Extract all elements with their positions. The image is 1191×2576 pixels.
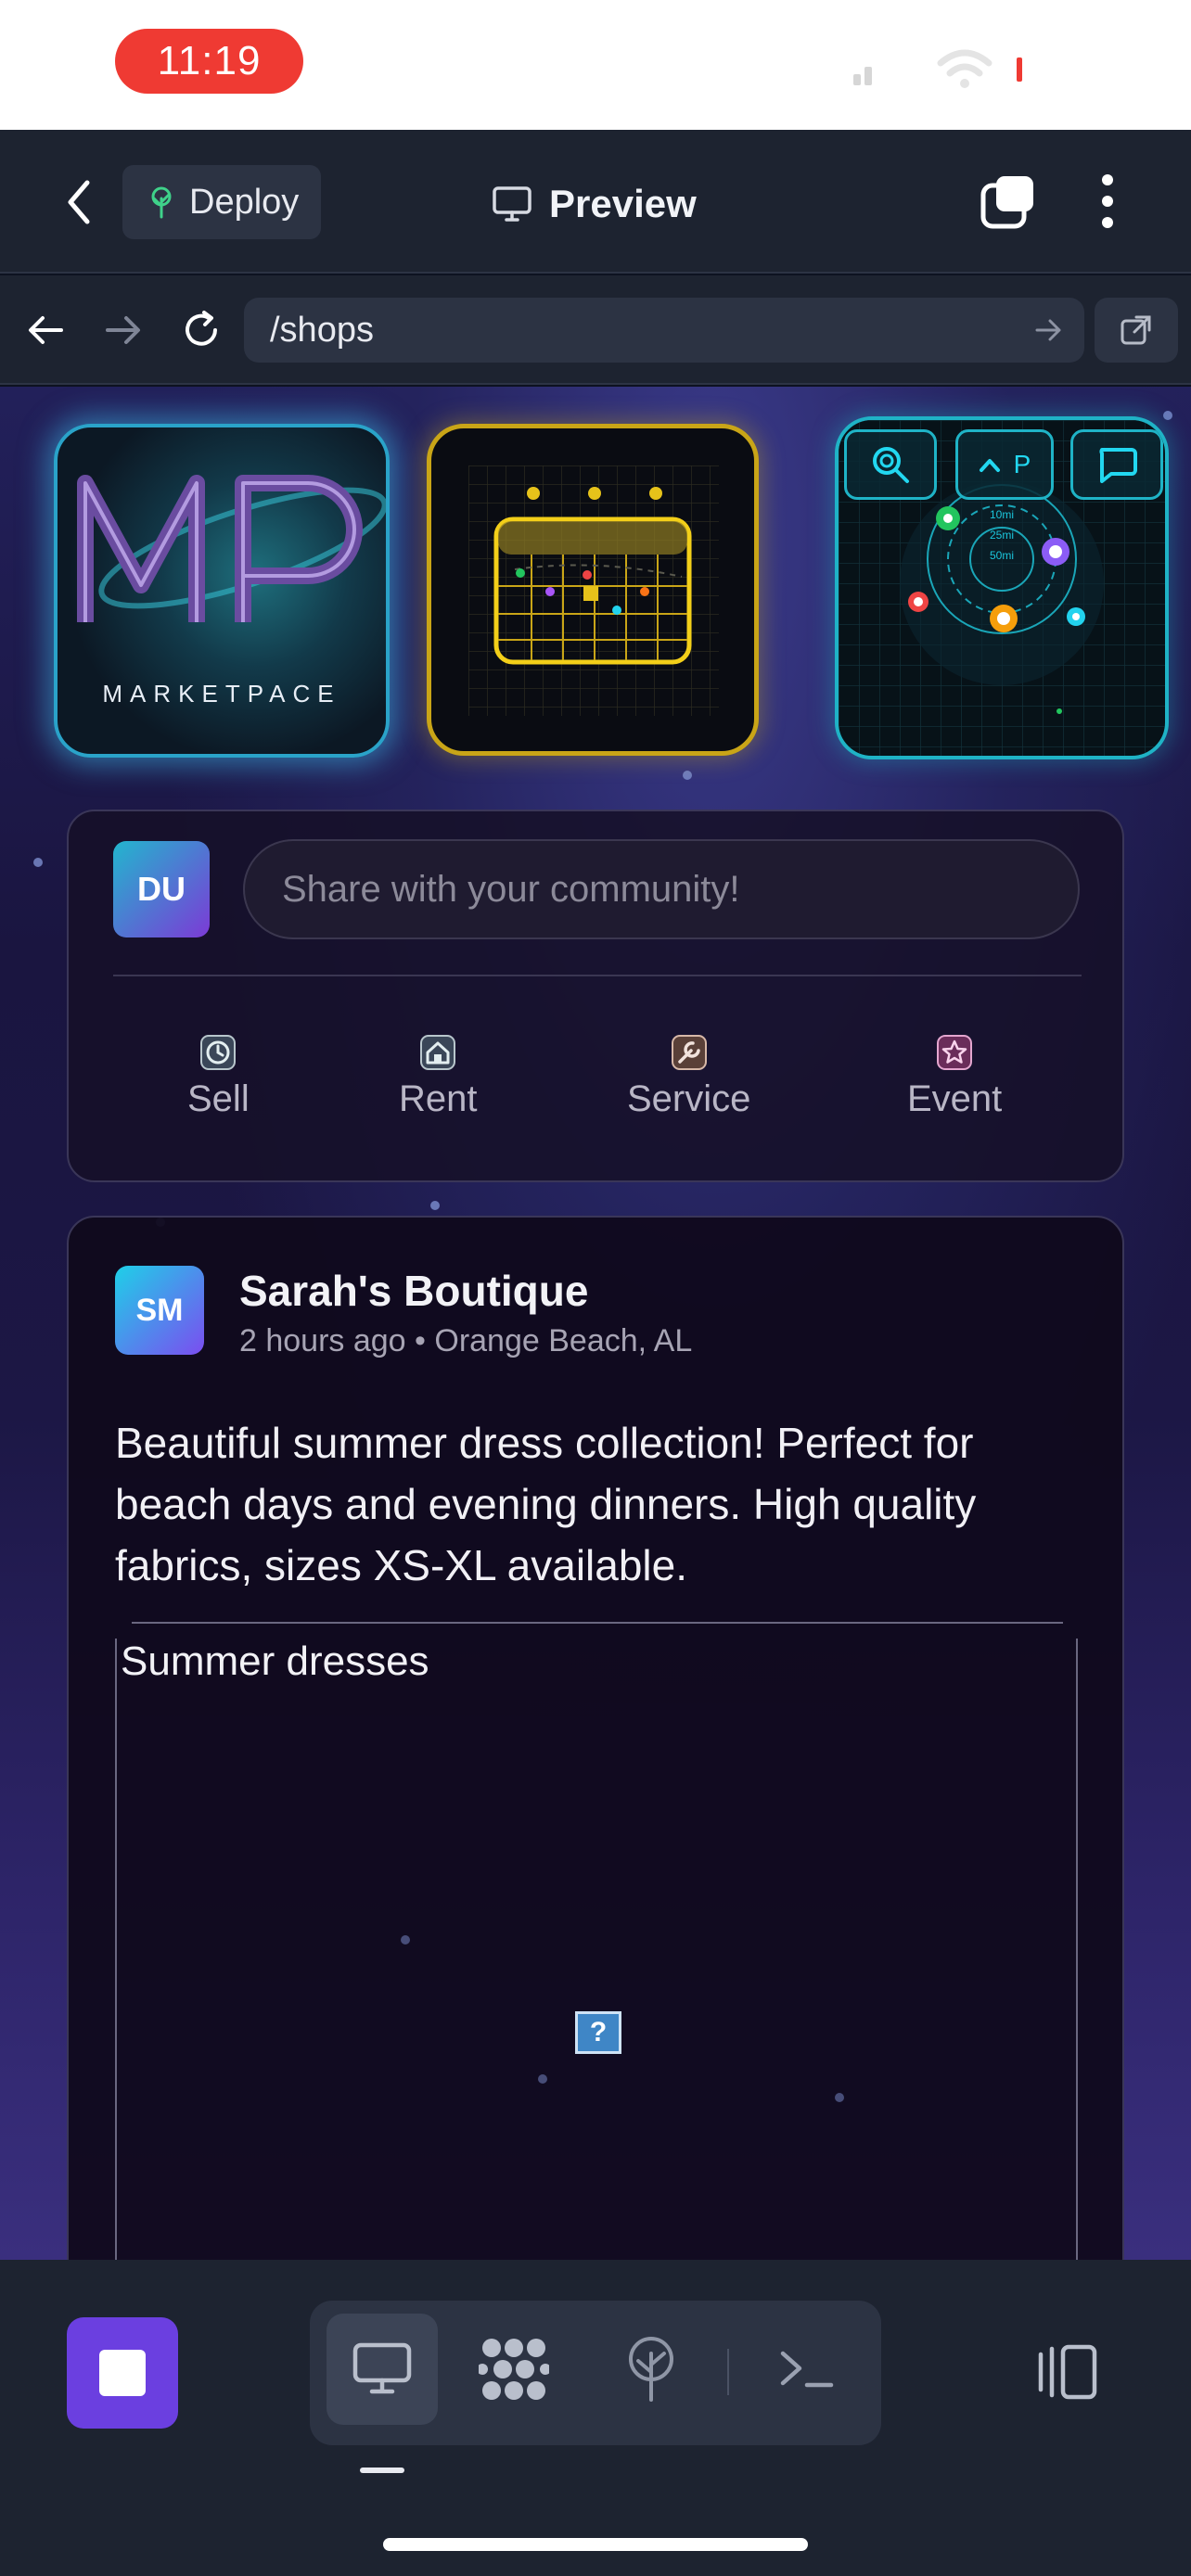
user-avatar[interactable]: DU: [113, 841, 210, 937]
go-arrow-icon[interactable]: [1032, 314, 1064, 346]
post-body: Beautiful summer dress collection! Perfe…: [115, 1419, 977, 1589]
radar-search-button[interactable]: [844, 429, 937, 500]
view-switcher: [310, 2301, 881, 2445]
monitor-icon: [493, 186, 531, 222]
post-author[interactable]: Sarah's Boutique: [239, 1266, 588, 1316]
background-sparkle: [1163, 411, 1172, 420]
svg-text:25mi: 25mi: [990, 529, 1014, 542]
background-sparkle: [683, 771, 692, 780]
deploy-tree-icon: [629, 2337, 673, 2402]
composer-divider: [113, 975, 1082, 976]
post-image[interactable]: Summer dresses ?: [115, 1639, 1078, 2260]
tab-console[interactable]: [751, 2314, 863, 2425]
sell-label: Sell: [187, 1078, 250, 1119]
tab-canvas[interactable]: [458, 2314, 570, 2425]
calendar-tile[interactable]: [427, 424, 759, 756]
background-sparkle: [835, 2093, 844, 2102]
editor-top-bar: Deploy Preview: [0, 130, 1191, 274]
service-label: Service: [627, 1078, 751, 1119]
radar-button-label: P: [1013, 450, 1031, 478]
more-options-icon[interactable]: [1089, 171, 1126, 232]
calendar-grid-icon: [468, 465, 719, 716]
radar-chat-button[interactable]: [1070, 429, 1163, 500]
browser-forward-icon[interactable]: [100, 307, 147, 353]
preview-title[interactable]: Preview: [492, 176, 697, 232]
home-icon: [420, 1035, 456, 1070]
sell-button[interactable]: Sell: [187, 1034, 250, 1120]
broken-image-icon: ?: [575, 2011, 621, 2054]
copy-windows-icon[interactable]: [980, 172, 1039, 232]
home-indicator[interactable]: [383, 2538, 808, 2551]
grid-pattern-icon: [479, 2339, 549, 2400]
battery-icon: [1017, 57, 1022, 82]
tab-deploy[interactable]: [596, 2314, 707, 2425]
chat-bubble-icon: [1099, 448, 1137, 483]
event-button[interactable]: Event: [907, 1034, 1002, 1120]
marketplace-mp-logo-icon: [77, 475, 386, 622]
clock-icon: [200, 1035, 237, 1070]
cellular-signal-icon: [853, 67, 872, 85]
svg-text:50mi: 50mi: [990, 549, 1014, 562]
background-sparkle: [430, 1201, 440, 1210]
rent-label: Rent: [399, 1078, 478, 1119]
post-image-alt-text: Summer dresses: [121, 1639, 429, 1684]
stop-button[interactable]: [67, 2317, 178, 2429]
url-input[interactable]: /shops: [244, 298, 1084, 363]
background-sparkle: [538, 2074, 547, 2084]
share-input[interactable]: Share with your community!: [243, 839, 1080, 939]
chevron-left-icon: [68, 180, 90, 224]
open-external-button[interactable]: [1095, 298, 1178, 363]
marketplace-logo-tile[interactable]: MARKETPACE: [54, 424, 390, 758]
post-meta: 2 hours ago • Orange Beach, AL: [239, 1323, 693, 1358]
service-button[interactable]: Service: [627, 1034, 750, 1120]
status-time: 11:19: [115, 29, 303, 94]
reload-icon[interactable]: [178, 307, 224, 353]
stop-square-icon: [99, 2350, 146, 2396]
deploy-button[interactable]: Deploy: [122, 165, 321, 239]
search-icon: [873, 447, 909, 483]
background-sparkle: [401, 1935, 410, 1945]
browser-url-bar: /shops: [0, 275, 1191, 385]
rent-button[interactable]: Rent: [399, 1034, 478, 1120]
author-avatar[interactable]: SM: [115, 1266, 204, 1355]
marketplace-logo-text: MARKETPACE: [102, 680, 341, 708]
browser-back-icon[interactable]: [22, 307, 69, 353]
bottom-toolbar: [0, 2260, 1191, 2576]
radar-collapse-button[interactable]: P: [955, 429, 1054, 500]
event-label: Event: [907, 1078, 1003, 1119]
svg-text:10mi: 10mi: [990, 508, 1014, 521]
post-card: SM Sarah's Boutique 2 hours ago • Orange…: [67, 1216, 1124, 2260]
external-link-icon: [1121, 315, 1151, 345]
back-button[interactable]: [56, 176, 102, 228]
post-image-top-border: [132, 1622, 1063, 1624]
preview-viewport[interactable]: MARKETPACE 10mi 25mi 50mi P DU Share wit…: [0, 387, 1191, 2260]
url-text: /shops: [270, 310, 374, 350]
monitor-icon: [352, 2342, 412, 2394]
wrench-icon: [671, 1035, 707, 1070]
chevron-up-icon: [979, 459, 1000, 472]
preview-label: Preview: [549, 182, 697, 225]
deploy-tree-icon: [151, 186, 172, 219]
switcher-separator: [727, 2349, 729, 2395]
device-frame-icon[interactable]: [1033, 2341, 1100, 2403]
post-composer-card: DU Share with your community! Sell Rent …: [67, 810, 1124, 1182]
terminal-icon: [780, 2351, 834, 2388]
star-icon: [937, 1035, 973, 1070]
active-tab-indicator: [360, 2468, 404, 2473]
status-bar: 11:19: [0, 0, 1191, 130]
map-radar-tile[interactable]: 10mi 25mi 50mi P: [835, 416, 1169, 759]
tab-preview[interactable]: [327, 2314, 438, 2425]
background-sparkle: [33, 858, 43, 867]
wifi-icon: [937, 49, 992, 88]
deploy-label: Deploy: [189, 182, 300, 222]
